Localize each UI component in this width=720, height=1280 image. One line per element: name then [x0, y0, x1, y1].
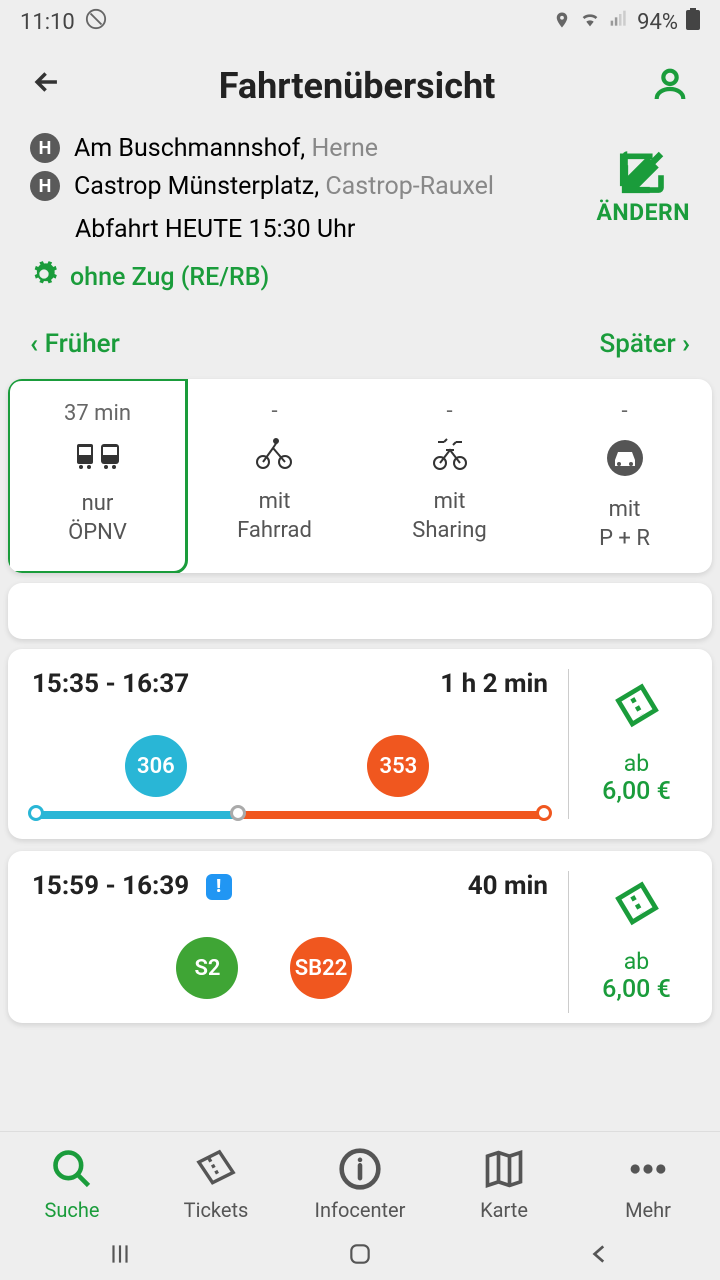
trip-lines: S2 SB22	[32, 937, 548, 1003]
mode-tab-opnv[interactable]: 37 min nurÖPNV	[8, 379, 188, 573]
later-button[interactable]: Später ›	[600, 329, 690, 359]
trip-lines: 306 353	[32, 735, 548, 801]
to-stop: Castrop Münsterplatz, Castrop-Rauxel	[74, 172, 494, 201]
signal-icon	[609, 9, 629, 35]
tram-bus-icon	[18, 440, 177, 480]
line-badge: 306	[125, 735, 187, 797]
nav-tickets[interactable]: Tickets	[144, 1146, 288, 1222]
system-nav	[0, 1232, 720, 1280]
trip-result[interactable]: 15:35 - 16:37 1 h 2 min 306 353 ab 6,00 …	[8, 649, 712, 839]
mode-tab-pr[interactable]: - mitP + R	[537, 379, 712, 573]
filter-text: ohne Zug (RE/RB)	[70, 263, 269, 292]
line-badge: S2	[176, 937, 238, 999]
bottom-nav: Suche Tickets Infocenter Karte Mehr	[0, 1131, 720, 1232]
gear-icon	[30, 260, 58, 295]
app-header: Fahrtenübersicht	[0, 44, 720, 118]
status-bar: 11:10 94%	[0, 0, 720, 44]
stop-badge-to: H	[30, 171, 60, 201]
profile-button[interactable]	[650, 64, 690, 108]
more-icon	[576, 1146, 720, 1192]
sys-back[interactable]	[537, 1241, 663, 1271]
chevron-right-icon: ›	[676, 329, 690, 359]
filter-row[interactable]: ohne Zug (RE/RB)	[30, 260, 690, 295]
nav-search[interactable]: Suche	[0, 1146, 144, 1222]
mode-tab-fahrrad[interactable]: - mitFahrrad	[187, 379, 362, 573]
bike-icon	[195, 438, 354, 478]
trip-progress-bar	[32, 811, 548, 819]
ticket-icon	[585, 682, 688, 742]
trip-times: 15:35 - 16:37	[32, 669, 189, 699]
chevron-left-icon: ‹	[30, 329, 45, 359]
tickets-icon	[144, 1146, 288, 1192]
info-icon	[288, 1146, 432, 1192]
trip-duration: 1 h 2 min	[440, 669, 548, 699]
nav-map[interactable]: Karte	[432, 1146, 576, 1222]
ticket-icon	[585, 880, 688, 940]
stop-badge-from: H	[30, 133, 60, 163]
location-icon	[553, 10, 571, 35]
route-summary: H Am Buschmannshof, Herne H Castrop Müns…	[0, 118, 720, 315]
edit-route-button[interactable]: ÄNDERN	[596, 145, 690, 226]
status-app-icon	[85, 8, 107, 36]
mode-tab-sharing[interactable]: - mitSharing	[362, 379, 537, 573]
line-badge: SB22	[290, 937, 352, 999]
mode-tabs: 37 min nurÖPNV - mitFahrrad - mitSharing…	[8, 379, 712, 573]
trip-times: 15:59 - 16:39	[32, 871, 189, 901]
trip-result[interactable]: 15:59 - 16:39 ! 40 min S2 SB22 ab 6,00 €	[8, 851, 712, 1023]
line-badge: 353	[367, 735, 429, 797]
edit-label: ÄNDERN	[596, 199, 690, 226]
status-time: 11:10	[20, 10, 75, 35]
nav-more[interactable]: Mehr	[576, 1146, 720, 1222]
sharing-icon	[370, 438, 529, 478]
sys-recents[interactable]	[57, 1241, 183, 1271]
from-stop: Am Buschmannshof, Herne	[74, 134, 378, 163]
battery-text: 94%	[637, 10, 678, 35]
battery-icon	[686, 8, 700, 36]
spacer-card	[8, 583, 712, 639]
car-icon	[545, 438, 704, 486]
trip-price[interactable]: ab 6,00 €	[568, 669, 688, 819]
wifi-icon	[579, 8, 601, 36]
map-icon	[432, 1146, 576, 1192]
page-title: Fahrtenübersicht	[219, 65, 496, 107]
back-button[interactable]	[30, 65, 64, 108]
sys-home[interactable]	[297, 1241, 423, 1271]
edit-icon	[596, 145, 690, 203]
nav-infocenter[interactable]: Infocenter	[288, 1146, 432, 1222]
alert-icon: !	[206, 874, 232, 900]
trip-price[interactable]: ab 6,00 €	[568, 871, 688, 1013]
trip-duration: 40 min	[468, 871, 548, 901]
earlier-button[interactable]: ‹ Früher	[30, 329, 120, 359]
search-icon	[0, 1146, 144, 1192]
